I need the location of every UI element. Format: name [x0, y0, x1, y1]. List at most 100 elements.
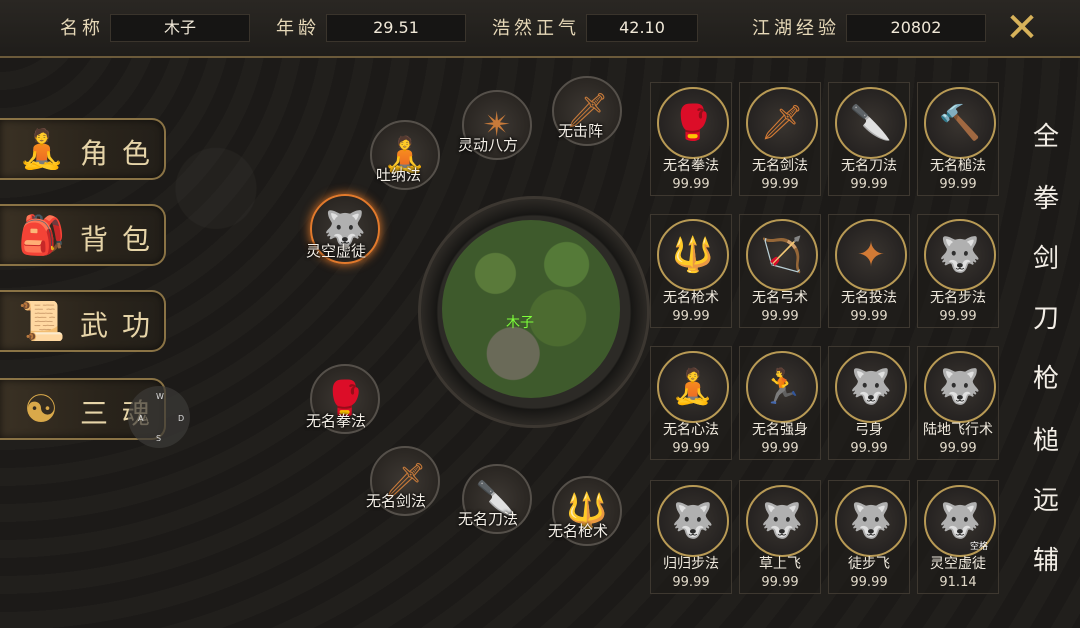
category-spear[interactable]: 枪 — [1030, 358, 1062, 395]
skill-cell[interactable]: ✦ 无名投法 99.99 — [828, 214, 910, 328]
skill-name: 无名槌法 — [930, 158, 986, 174]
skill-value: 99.99 — [672, 441, 710, 456]
wolf-icon: 🐺 — [671, 501, 715, 541]
skill-name: 无名弓术 — [752, 290, 808, 306]
skill-value: 99.99 — [850, 441, 888, 456]
orb-lingdong-label: 灵动八方 — [458, 136, 519, 154]
backpack-icon: 🎒 — [18, 213, 66, 257]
skill-value: 99.99 — [761, 441, 799, 456]
orb-spear-label: 无名枪术 — [548, 522, 609, 540]
minimap[interactable] — [442, 220, 620, 398]
wolf-icon: 🐺 — [760, 501, 804, 541]
menu-backpack-button[interactable]: 🎒 背包 — [0, 204, 166, 266]
skill-name: 无名步法 — [930, 290, 986, 306]
skill-name: 灵空虚徒 — [930, 556, 986, 572]
skill-icon: 🐺 — [924, 351, 996, 423]
skill-name: 归归步法 — [663, 556, 719, 572]
skill-cell[interactable]: 🐺 归归步法 99.99 — [650, 480, 732, 594]
skill-name: 无名剑法 — [752, 158, 808, 174]
skill-icon: 🔱 — [657, 219, 729, 291]
skill-cell[interactable]: 🐺 草上飞 99.99 — [739, 480, 821, 594]
skill-name: 陆地飞行术 — [923, 422, 993, 438]
category-support[interactable]: 辅 — [1030, 540, 1062, 577]
close-icon: ✕ — [1005, 5, 1039, 51]
skill-icon: 🔨 — [924, 87, 996, 159]
skill-name: 徒步飞 — [848, 556, 890, 572]
category-blade[interactable]: 刀 — [1030, 298, 1062, 335]
skill-cell[interactable]: 🏹 无名弓术 99.99 — [739, 214, 821, 328]
category-sword[interactable]: 剑 — [1030, 238, 1062, 275]
bow-icon: 🏹 — [760, 235, 804, 275]
skill-value: 99.99 — [672, 575, 710, 590]
skill-value: 99.99 — [939, 177, 977, 192]
skill-value: 91.14 — [939, 575, 977, 590]
skill-value: 99.99 — [939, 309, 977, 324]
character-icon: 🧘 — [18, 127, 66, 171]
skill-icon: 🧘 — [657, 351, 729, 423]
skill-cell[interactable]: 🐺 无名步法 99.99 — [917, 214, 999, 328]
skill-cell[interactable]: 🧘 无名心法 99.99 — [650, 346, 732, 460]
skill-cell[interactable]: 🗡 无名剑法 99.99 — [739, 82, 821, 196]
skill-cell[interactable]: 🔱 无名枪术 99.99 — [650, 214, 732, 328]
meditation-icon: 🧘 — [671, 367, 715, 407]
top-stats-bar: 名称 木子 年龄 29.51 浩然正气 42.10 江湖经验 20802 ✕ — [0, 0, 1080, 58]
skill-cell[interactable]: 🔨 无名槌法 99.99 — [917, 82, 999, 196]
skill-cell[interactable]: 🏃 无名强身 99.99 — [739, 346, 821, 460]
skill-icon: 🐺 — [657, 485, 729, 557]
joystick-d: D — [178, 414, 185, 423]
joystick-s: S — [156, 434, 162, 443]
menu-character-label: 角色 — [80, 137, 165, 170]
skill-value: 99.99 — [761, 177, 799, 192]
blade-icon: 🔪 — [849, 103, 893, 143]
skill-name: 草上飞 — [759, 556, 801, 572]
orb-tuna-label: 吐纳法 — [376, 166, 422, 184]
spear-icon: 🔱 — [671, 235, 715, 275]
runner-icon: 🏃 — [760, 367, 804, 407]
skill-value: 99.99 — [672, 309, 710, 324]
skill-cell[interactable]: 🐺 徒步飞 99.99 — [828, 480, 910, 594]
experience-value: 20802 — [846, 14, 986, 42]
orb-lingkong-label: 灵空虚徒 — [306, 242, 367, 260]
category-hammer[interactable]: 槌 — [1030, 420, 1062, 457]
skill-cell[interactable]: 🔪 无名刀法 99.99 — [828, 82, 910, 196]
skill-cell[interactable]: 🐺 空格 灵空虚徒 91.14 — [917, 480, 999, 594]
skill-value: 99.99 — [850, 575, 888, 590]
skill-icon: 🥊 — [657, 87, 729, 159]
wolf-icon: 🐺 — [938, 367, 982, 407]
skill-name: 无名心法 — [663, 422, 719, 438]
skill-icon: 🐺 — [835, 351, 907, 423]
experience-label: 江湖经验 — [752, 18, 840, 39]
menu-character-button[interactable]: 🧘 角色 — [0, 118, 166, 180]
skill-value: 99.99 — [939, 441, 977, 456]
skill-value: 99.99 — [761, 309, 799, 324]
category-fist[interactable]: 拳 — [1030, 178, 1062, 215]
category-ranged[interactable]: 远 — [1030, 480, 1062, 517]
skill-name: 无名拳法 — [663, 158, 719, 174]
skill-cell[interactable]: 🥊 无名拳法 99.99 — [650, 82, 732, 196]
menu-martial-arts-button[interactable]: 📜 武功 — [0, 290, 166, 352]
orb-fist-label: 无名拳法 — [306, 412, 367, 430]
skill-icon: 🐺 — [924, 219, 996, 291]
name-label: 名称 — [60, 18, 104, 39]
righteous-qi-value: 42.10 — [586, 14, 698, 42]
wolf-icon: 🐺 — [938, 235, 982, 275]
wolf-icon: 🐺 — [849, 501, 893, 541]
skill-name: 弓身 — [855, 422, 883, 438]
hotkey-tag: 空格 — [970, 542, 989, 552]
movement-joystick[interactable]: W A D S — [128, 386, 190, 448]
skill-name: 无名刀法 — [841, 158, 897, 174]
skill-icon: 🏃 — [746, 351, 818, 423]
skill-name: 无名枪术 — [663, 290, 719, 306]
orb-sword-label: 无名剑法 — [366, 492, 427, 510]
skill-cell[interactable]: 🐺 弓身 99.99 — [828, 346, 910, 460]
skill-icon: 🔪 — [835, 87, 907, 159]
skill-icon: 🗡 — [746, 87, 818, 159]
sword-icon: 🗡 — [760, 103, 804, 143]
skill-cell[interactable]: 🐺 陆地飞行术 99.99 — [917, 346, 999, 460]
close-button[interactable]: ✕ — [1000, 8, 1044, 48]
joystick-a: A — [138, 414, 144, 423]
wolf-icon: 🐺 — [849, 367, 893, 407]
joystick-w: W — [156, 392, 164, 401]
category-all[interactable]: 全 — [1030, 116, 1062, 153]
skill-icon: 🐺 — [835, 485, 907, 557]
